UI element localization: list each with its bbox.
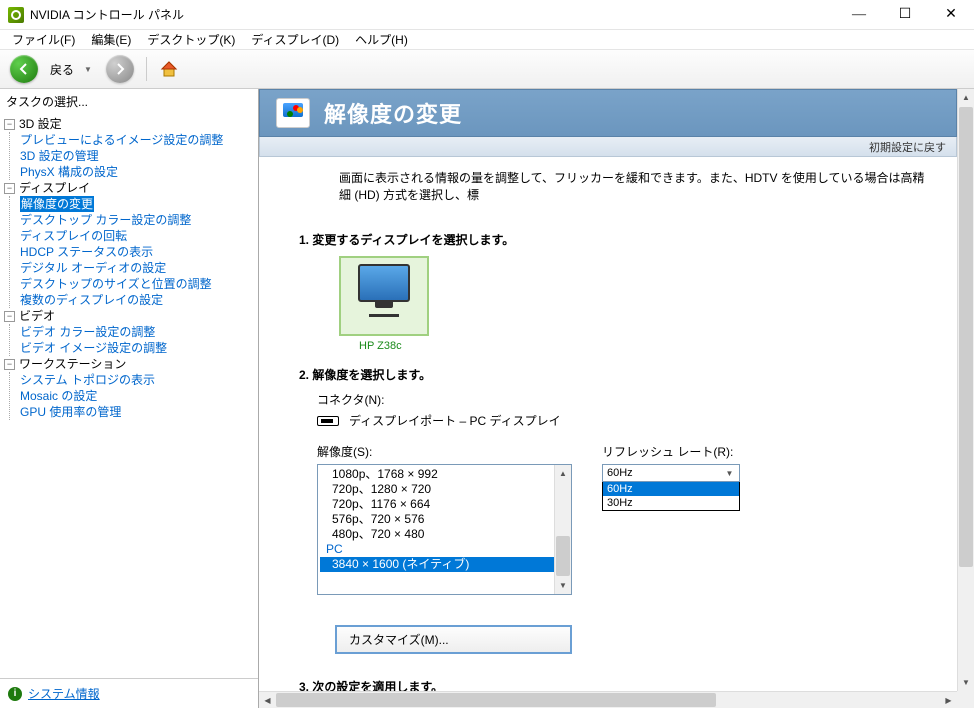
nvidia-icon — [8, 7, 24, 23]
tree-digital-audio[interactable]: デジタル オーディオの設定 — [20, 260, 166, 276]
info-icon: i — [8, 687, 22, 701]
system-info-link[interactable]: システム情報 — [28, 685, 100, 702]
tree-expander-ws[interactable]: − — [4, 359, 15, 370]
refresh-rate-combobox[interactable]: 60Hz ▼ — [602, 464, 740, 482]
res-item[interactable]: 720p、1176 × 664 — [318, 497, 571, 512]
menu-help[interactable]: ヘルプ(H) — [349, 30, 414, 49]
monitor-icon — [358, 264, 410, 302]
close-button[interactable]: ✕ — [928, 0, 974, 29]
menu-display[interactable]: ディスプレイ(D) — [245, 30, 345, 49]
tree-expander-3d[interactable]: − — [4, 119, 15, 130]
back-label: 戻る — [50, 61, 74, 78]
scroll-up-icon[interactable]: ▲ — [958, 89, 974, 106]
chevron-down-icon[interactable]: ▼ — [722, 466, 737, 480]
window-title: NVIDIA コントロール パネル — [30, 6, 836, 23]
menu-file[interactable]: ファイル(F) — [6, 30, 81, 49]
tree-expander-display[interactable]: − — [4, 183, 15, 194]
monitor-name: HP Z38c — [359, 340, 933, 352]
res-item[interactable]: 576p、720 × 576 — [318, 512, 571, 527]
scroll-down-icon[interactable]: ▼ — [555, 577, 571, 594]
sidebar: タスクの選択... −3D 設定 プレビューによるイメージ設定の調整 3D 設定… — [0, 89, 259, 708]
customize-button[interactable]: カスタマイズ(M)... — [335, 625, 572, 654]
tree-topology[interactable]: システム トポロジの表示 — [20, 372, 155, 388]
res-item[interactable]: 1080p、1768 × 992 — [318, 467, 571, 482]
section-1-title: 1. 変更するディスプレイを選択します。 — [299, 231, 933, 248]
tree-rotate[interactable]: ディスプレイの回転 — [20, 228, 127, 244]
refresh-option-30[interactable]: 30Hz — [603, 496, 739, 510]
resolution-scrollbar[interactable]: ▲ ▼ — [554, 465, 571, 594]
header-monitor-icon — [276, 98, 310, 128]
res-item[interactable]: 480p、720 × 480 — [318, 527, 571, 542]
menu-bar: ファイル(F) 編集(E) デスクトップ(K) ディスプレイ(D) ヘルプ(H) — [0, 30, 974, 50]
resolution-listbox[interactable]: 1080p、1768 × 992 720p、1280 × 720 720p、11… — [317, 464, 572, 595]
tree-desktop-size[interactable]: デスクトップのサイズと位置の調整 — [20, 276, 212, 292]
monitor-selection[interactable] — [339, 256, 429, 336]
connector-value: ディスプレイポート – PC ディスプレイ — [349, 412, 561, 429]
scroll-right-icon[interactable]: ▶ — [940, 692, 957, 708]
forward-button[interactable] — [106, 55, 134, 83]
tree-hdcp[interactable]: HDCP ステータスの表示 — [20, 244, 153, 260]
res-group-pc: PC — [318, 542, 571, 557]
page-header: 解像度の変更 — [259, 89, 957, 137]
tree-cat-ws[interactable]: ワークステーション — [19, 356, 126, 372]
refresh-rate-selected: 60Hz — [607, 467, 633, 479]
back-dropdown-caret[interactable]: ▼ — [84, 65, 92, 74]
tree-cat-3d[interactable]: 3D 設定 — [19, 116, 62, 132]
section-2-title: 2. 解像度を選択します。 — [299, 366, 933, 383]
tree-expander-video[interactable]: − — [4, 311, 15, 322]
tree-gpu-util[interactable]: GPU 使用率の管理 — [20, 404, 121, 420]
refresh-rate-label: リフレッシュ レート(R): — [602, 443, 742, 460]
scroll-thumb[interactable] — [556, 536, 570, 576]
toolbar: 戻る ▼ — [0, 50, 974, 89]
page-title: 解像度の変更 — [324, 97, 462, 129]
scroll-thumb[interactable] — [276, 693, 716, 707]
tree-multi-display[interactable]: 複数のディスプレイの設定 — [20, 292, 163, 308]
content-area: 解像度の変更 初期設定に戻す 画面に表示される情報の量を調整して、フリッカーを緩… — [259, 89, 974, 708]
displayport-icon — [317, 416, 339, 426]
tree-mosaic[interactable]: Mosaic の設定 — [20, 388, 97, 404]
page-description: 画面に表示される情報の量を調整して、フリッカーを緩和できます。また、HDTV を… — [259, 157, 957, 207]
nav-tree: −3D 設定 プレビューによるイメージ設定の調整 3D 設定の管理 PhysX … — [0, 114, 258, 678]
resolution-label: 解像度(S): — [317, 443, 572, 460]
scroll-down-icon[interactable]: ▼ — [958, 674, 974, 691]
tree-3d-manage[interactable]: 3D 設定の管理 — [20, 148, 99, 164]
tree-cat-video[interactable]: ビデオ — [19, 308, 55, 324]
tree-cat-display[interactable]: ディスプレイ — [19, 180, 90, 196]
back-button[interactable] — [10, 55, 38, 83]
scrollbar-corner — [957, 691, 974, 708]
header-subbar: 初期設定に戻す — [259, 137, 957, 157]
sidebar-title: タスクの選択... — [0, 89, 258, 114]
maximize-button[interactable]: ☐ — [882, 0, 928, 29]
content-vertical-scrollbar[interactable]: ▲ ▼ — [957, 89, 974, 691]
tree-3d-preview[interactable]: プレビューによるイメージ設定の調整 — [20, 132, 223, 148]
minimize-button[interactable]: — — [836, 0, 882, 29]
monitor-stand — [369, 314, 399, 317]
res-item[interactable]: 720p、1280 × 720 — [318, 482, 571, 497]
toolbar-separator — [146, 57, 147, 81]
refresh-option-60[interactable]: 60Hz — [603, 482, 739, 496]
tree-video-color[interactable]: ビデオ カラー設定の調整 — [20, 324, 155, 340]
tree-physx[interactable]: PhysX 構成の設定 — [20, 164, 118, 180]
scroll-left-icon[interactable]: ◀ — [259, 692, 276, 708]
menu-desktop[interactable]: デスクトップ(K) — [141, 30, 241, 49]
home-button[interactable] — [159, 59, 179, 79]
tree-change-resolution[interactable]: 解像度の変更 — [20, 196, 94, 212]
res-item-selected[interactable]: 3840 × 1600 (ネイティブ) — [320, 557, 569, 572]
tree-video-image[interactable]: ビデオ イメージ設定の調整 — [20, 340, 167, 356]
menu-edit[interactable]: 編集(E) — [85, 30, 137, 49]
scroll-thumb[interactable] — [959, 107, 973, 567]
connector-label: コネクタ(N): — [317, 391, 933, 408]
title-bar: NVIDIA コントロール パネル — ☐ ✕ — [0, 0, 974, 30]
scroll-up-icon[interactable]: ▲ — [555, 465, 571, 482]
restore-defaults-link[interactable]: 初期設定に戻す — [869, 139, 946, 155]
tree-desktop-color[interactable]: デスクトップ カラー設定の調整 — [20, 212, 191, 228]
sidebar-footer: i システム情報 — [0, 678, 258, 708]
content-horizontal-scrollbar[interactable]: ◀ ▶ — [259, 691, 957, 708]
refresh-rate-dropdown: 60Hz 30Hz — [602, 481, 740, 511]
